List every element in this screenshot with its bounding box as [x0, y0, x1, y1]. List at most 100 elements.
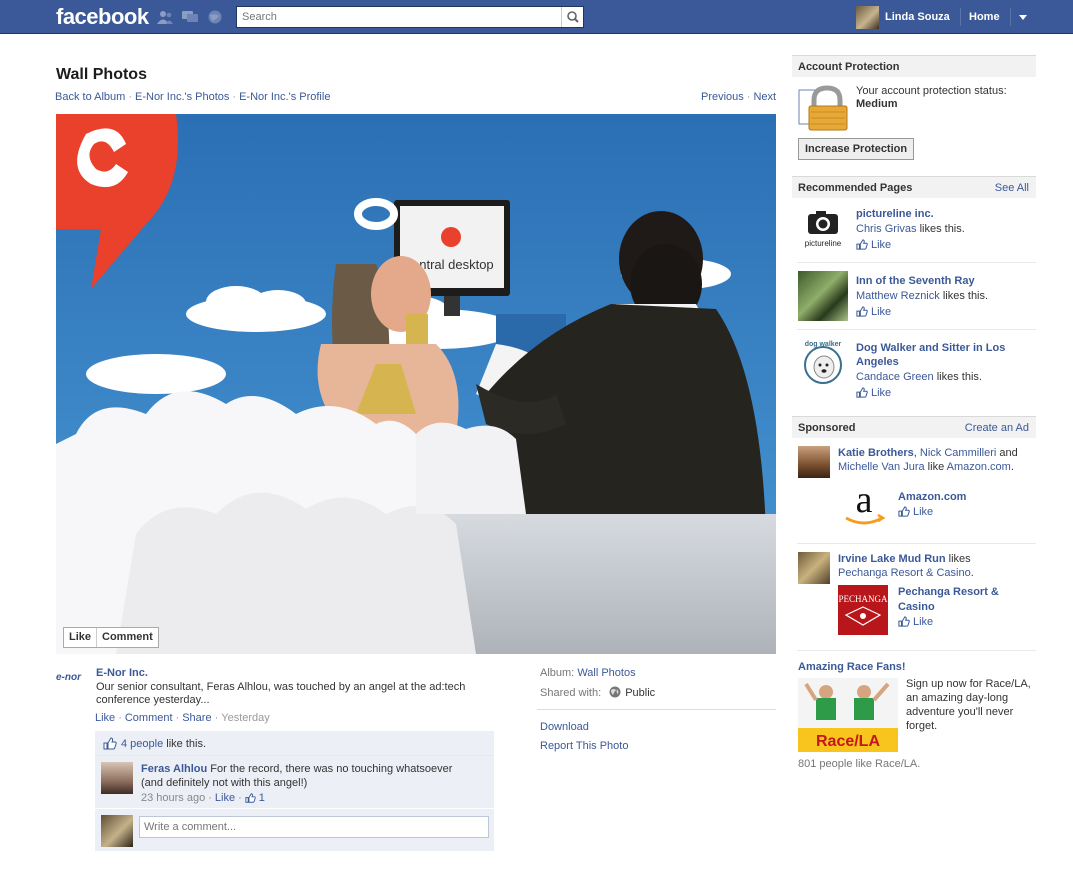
home-link[interactable]: Home [969, 11, 1000, 23]
facebook-logo[interactable]: facebook [56, 4, 149, 30]
likers-link[interactable]: 4 people [121, 738, 163, 750]
likes-suffix: likes this. [939, 290, 989, 302]
amazon-logo[interactable]: a [838, 478, 890, 530]
create-an-ad-link[interactable]: Create an Ad [965, 422, 1029, 434]
ad-social-count: 801 people like Race/LA. [798, 758, 921, 770]
breadcrumb: Back to Album · E-Nor Inc.'s Photos · E-Nor … [55, 91, 330, 103]
like-label: Like [871, 306, 892, 318]
page-thumbnail[interactable]: pictureline [798, 206, 848, 256]
divider [797, 650, 1036, 651]
photo-like-button[interactable]: Like [64, 628, 96, 647]
page-thumbnail[interactable]: dog walker [798, 338, 848, 388]
write-comment-row [95, 809, 494, 851]
report-photo-link[interactable]: Report This Photo [540, 740, 628, 752]
album-link[interactable]: Wall Photos [577, 667, 635, 679]
globe-icon [609, 686, 621, 698]
friend-link[interactable]: Michelle Van Jura [838, 461, 925, 473]
race-la-logo-text: Race/LA [816, 733, 880, 750]
race-la-ad-image[interactable]: Race/LA [798, 678, 898, 752]
recommended-page-likers: Matthew Reznick likes this. [856, 290, 988, 302]
account-protection-header: Account Protection [792, 55, 1036, 77]
like-label: Like [913, 616, 934, 628]
advertiser-name[interactable]: Amazon.com [898, 490, 966, 505]
advertiser-name[interactable]: Pechanga Resort & Casino [898, 585, 1028, 615]
top-bar: facebook Linda Souza Home [0, 0, 1073, 34]
camera-icon: pictureline [805, 211, 842, 248]
friend-link[interactable]: Irvine Lake Mud Run [838, 553, 946, 565]
story-like-link[interactable]: Like [95, 712, 115, 724]
social-context: Katie Brothers, Nick Cammilleri and Mich… [838, 447, 1018, 473]
liker-link[interactable]: Matthew Reznick [856, 290, 940, 302]
recommended-page-like[interactable]: Like [856, 387, 891, 399]
friend-link[interactable]: Nick Cammilleri [920, 447, 996, 459]
commenter-avatar[interactable] [101, 762, 133, 794]
friend-requests-icon[interactable] [157, 10, 173, 24]
messages-icon[interactable] [182, 10, 198, 24]
commenter-name-link[interactable]: Feras Alhlou [141, 763, 207, 775]
separator [960, 8, 961, 26]
likes-word: likes [945, 553, 971, 565]
friend-link[interactable]: Katie Brothers [838, 447, 914, 459]
story-share-link[interactable]: Share [182, 712, 211, 724]
liker-link[interactable]: Candace Green [856, 371, 934, 383]
owner-profile-link[interactable]: E-Nor Inc.'s Profile [239, 91, 330, 103]
page-title: Wall Photos [56, 66, 147, 83]
page-link[interactable]: Amazon.com [947, 461, 1011, 473]
recommended-page-name[interactable]: Inn of the Seventh Ray [856, 274, 1026, 288]
write-comment-input[interactable] [139, 816, 489, 838]
recommended-page-name[interactable]: Dog Walker and Sitter in Los Angeles [856, 341, 1026, 369]
comment: Feras Alhlou For the record, there was n… [95, 756, 494, 809]
pechanga-logo[interactable]: PECHANGA [838, 585, 888, 635]
download-link[interactable]: Download [540, 721, 589, 733]
increase-protection-button[interactable]: Increase Protection [798, 138, 915, 160]
recommended-page-like[interactable]: Like [856, 239, 891, 251]
protection-status-value: Medium [856, 98, 898, 110]
like-word: like [924, 461, 947, 473]
next-link[interactable]: Next [753, 91, 776, 103]
page-link[interactable]: Pechanga Resort & Casino [838, 567, 971, 579]
back-to-album-link[interactable]: Back to Album [55, 91, 125, 103]
album-info: Album: Wall Photos [540, 667, 636, 679]
photo-image: entral desktop [56, 114, 776, 654]
advertiser-like[interactable]: Like [898, 616, 933, 628]
page-logo-text: dog walker [805, 341, 842, 348]
ad-body-text: Sign up now for Race/LA, an amazing day-… [906, 678, 1031, 732]
recommended-page-like[interactable]: Like [856, 306, 891, 318]
previous-link[interactable]: Previous [701, 91, 744, 103]
owner-logo[interactable]: e-nor [56, 672, 90, 692]
photo-comment-button[interactable]: Comment [97, 628, 158, 647]
social-context: Irvine Lake Mud Run likes Pechanga Resor… [838, 553, 974, 579]
likes-summary: 4 people like this. [121, 738, 206, 750]
ad-title-link[interactable]: Amazing Race Fans! [798, 660, 906, 675]
owner-photos-link[interactable]: E-Nor Inc.'s Photos [135, 91, 229, 103]
comment-like-count-value: 1 [258, 792, 265, 804]
advertiser-like[interactable]: Like [898, 506, 933, 518]
user-name-link[interactable]: Linda Souza [885, 11, 950, 23]
recommended-page-likers: Candace Green likes this. [856, 371, 982, 383]
page-thumbnail[interactable] [798, 271, 848, 321]
thumbs-up-icon [898, 506, 910, 517]
main-photo[interactable]: entral desktop [56, 114, 776, 654]
owner-name-link[interactable]: E-Nor Inc. [96, 667, 148, 679]
owner-logo-text: e-nor [56, 672, 81, 683]
comment-like-link[interactable]: Like [215, 792, 235, 804]
likes-suffix: likes this. [916, 223, 965, 235]
liker-link[interactable]: Chris Grivas [856, 223, 917, 235]
privacy-value[interactable]: Public [625, 687, 655, 699]
notifications-icon[interactable] [207, 10, 223, 24]
thumbs-up-icon [103, 737, 117, 750]
account-menu-chevron-down-icon[interactable] [1016, 12, 1030, 22]
friend-avatar[interactable] [798, 552, 830, 584]
story-comment-link[interactable]: Comment [125, 712, 173, 724]
search-input[interactable] [237, 7, 557, 27]
user-avatar[interactable] [856, 6, 879, 29]
friend-avatar[interactable] [798, 446, 830, 478]
race-la-image: Race/LA [798, 678, 898, 752]
search-button[interactable] [561, 7, 583, 27]
see-all-link[interactable]: See All [995, 182, 1029, 194]
divider [537, 709, 776, 710]
recommended-page-name[interactable]: pictureline inc. [856, 207, 1026, 221]
like-label: Like [913, 506, 934, 518]
comment-like-count[interactable]: 1 [245, 792, 265, 804]
comment-meta: 23 hours ago · Like · 1 [141, 792, 265, 804]
